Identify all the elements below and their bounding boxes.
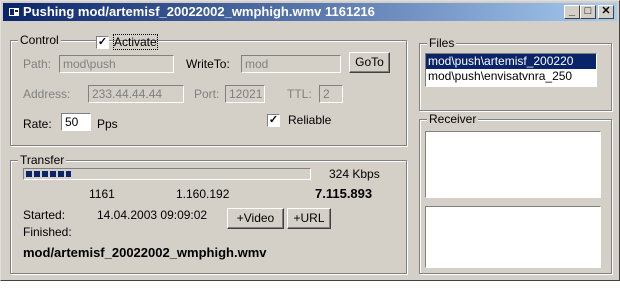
ttl-field[interactable]: 2 [319,85,343,103]
port-field[interactable]: 12021 [225,85,265,103]
window-title: Pushing mod/artemisf_20022002_wmphigh.wm… [23,4,375,19]
bytes-transferred: 1.160.192 [176,187,230,201]
files-legend: Files [427,36,457,50]
receiver-list-top[interactable] [425,131,601,198]
ttl-label: TTL: [287,87,312,101]
reliable-checkbox[interactable]: ✓ [267,114,280,127]
files-listbox[interactable]: mod\push\artemisf_200220 mod\push\envisa… [425,53,597,87]
window-app-icon [9,8,19,16]
transfer-speed: 324 Kbps [329,167,380,181]
main-window: Pushing mod/artemisf_20022002_wmphigh.wm… [0,0,620,281]
port-label: Port: [194,87,220,101]
title-bar[interactable]: Pushing mod/artemisf_20022002_wmphigh.wm… [3,3,617,21]
receiver-legend: Receiver [427,112,479,126]
rate-label: Rate: [23,117,52,131]
file-list-item[interactable]: mod\push\artemisf_200220 [426,54,596,69]
add-url-button[interactable]: +URL [287,208,331,229]
maximize-button[interactable]: □ [580,5,596,19]
minimize-button[interactable]: _ [564,5,580,19]
packet-count: 1161 [89,187,115,201]
started-label: Started: [23,208,66,222]
activate-label[interactable]: Activate [113,34,158,50]
writeto-label: WriteTo: [186,57,230,71]
transfer-filename: mod/artemisf_20022002_wmphigh.wmv [23,245,267,260]
file-list-item[interactable]: mod\push\envisatvnra_250 [426,69,596,84]
writeto-field[interactable]: mod [241,55,341,73]
address-field[interactable]: 233.44.44.44 [88,85,184,103]
checkmark-icon: ✓ [97,36,108,48]
path-field[interactable]: mod\push [59,55,174,73]
rate-unit: Pps [97,117,118,131]
add-video-button[interactable]: +Video [227,208,284,229]
progress-fill [26,171,71,177]
goto-button[interactable]: GoTo [349,52,390,73]
address-label: Address: [23,87,71,101]
total-bytes: 7.115.893 [315,186,373,201]
transfer-progress-bar [23,168,311,180]
started-value: 14.04.2003 09:09:02 [97,208,208,222]
receiver-list-bottom[interactable] [425,206,601,268]
path-label: Path: [23,57,52,71]
finished-label: Finished: [23,225,72,239]
close-button[interactable]: ✕ [598,5,614,19]
transfer-legend: Transfer [18,153,67,167]
activate-checkbox[interactable]: ✓ [96,36,109,49]
control-legend: Control [18,33,61,47]
rate-field[interactable]: 50 [61,113,91,131]
checkmark-icon: ✓ [268,114,279,126]
reliable-label[interactable]: Reliable [288,113,331,127]
